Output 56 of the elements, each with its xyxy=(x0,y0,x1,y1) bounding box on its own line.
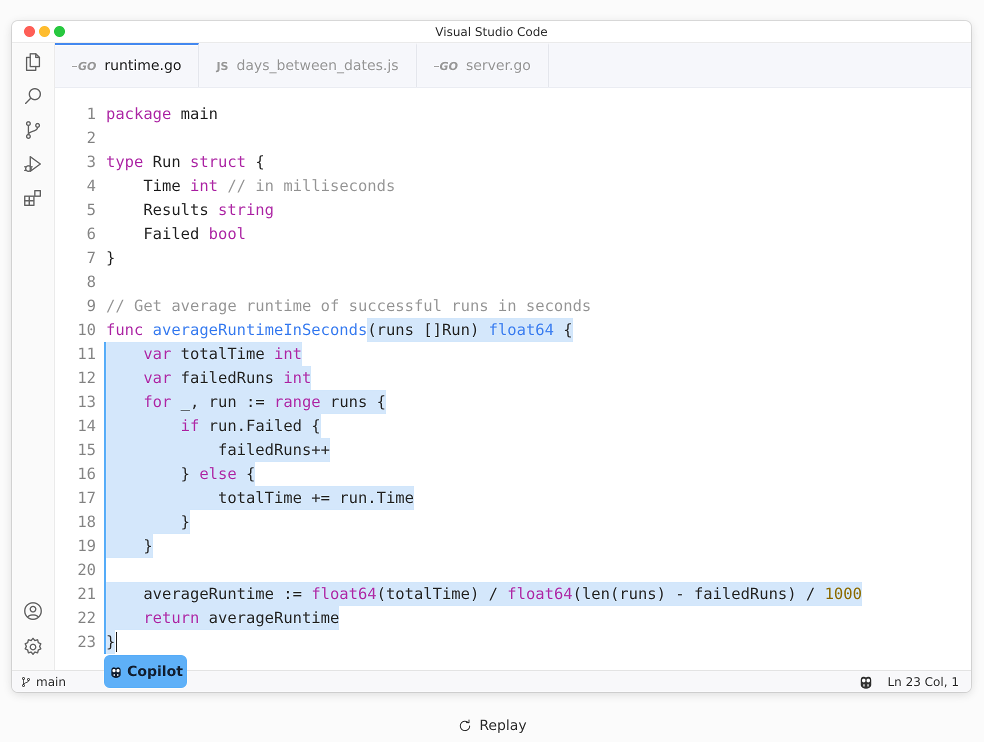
line-number: 18 xyxy=(76,513,97,531)
code-line: type Run struct { xyxy=(105,152,265,173)
line-number: 7 xyxy=(86,249,97,267)
line-number: 15 xyxy=(76,441,97,459)
line-number: 22 xyxy=(76,609,97,627)
code-line: Failed bool xyxy=(142,224,246,245)
code-line: return averageRuntime xyxy=(104,606,340,630)
line-number: 20 xyxy=(76,561,97,579)
line-number: 10 xyxy=(76,321,97,339)
code-line: var failedRuns int xyxy=(104,366,312,390)
line-number: 1 xyxy=(86,105,97,123)
line-number: 23 xyxy=(76,633,97,651)
window-title: Visual Studio Code xyxy=(435,24,548,38)
code-line: failedRuns++ xyxy=(104,438,330,462)
account-icon[interactable] xyxy=(22,600,44,622)
line-number: 5 xyxy=(86,201,97,219)
line-number: 16 xyxy=(76,465,97,483)
line-number: 9 xyxy=(86,297,97,315)
line-number: 19 xyxy=(76,537,97,555)
code-line: // Get average runtime of successful runs in seconds xyxy=(105,296,592,317)
code-line: if run.Failed { xyxy=(104,414,321,438)
line-number: 3 xyxy=(86,153,97,171)
replay-button[interactable]: Replay xyxy=(451,716,533,736)
copilot-badge[interactable]: Copilot xyxy=(104,655,187,688)
branch-name[interactable]: main xyxy=(36,674,66,688)
code-line: var totalTime int xyxy=(104,342,302,366)
run-debug-icon[interactable] xyxy=(22,153,44,175)
search-icon[interactable] xyxy=(22,85,44,107)
code-line: for _, run := range runs { xyxy=(104,390,386,414)
code-line: totalTime += run.Time xyxy=(104,486,414,510)
line-number: 12 xyxy=(76,369,97,387)
extensions-icon[interactable] xyxy=(22,187,44,209)
line-number: 21 xyxy=(76,585,97,603)
line-number: 14 xyxy=(76,417,97,435)
code-line: Results string xyxy=(142,200,274,221)
code-line: Time int // in milliseconds xyxy=(142,176,396,197)
line-number: 13 xyxy=(76,393,97,411)
code-line: } xyxy=(105,248,116,269)
cursor-position[interactable]: Ln 23 Col, 1 xyxy=(887,674,959,688)
line-number: 6 xyxy=(86,225,97,243)
code-line: package main xyxy=(105,104,218,125)
line-number: 11 xyxy=(76,345,97,363)
file-type-icon: JS xyxy=(216,60,228,72)
line-number: 17 xyxy=(76,489,97,507)
code-line: } xyxy=(104,510,190,534)
code-line: func averageRuntimeInSeconds(runs []Run) float64 { xyxy=(104,318,573,342)
close-button[interactable] xyxy=(24,26,35,37)
branch-icon xyxy=(20,676,32,688)
line-number: 2 xyxy=(86,129,97,147)
code-line: } xyxy=(104,534,153,558)
line-number: 4 xyxy=(86,177,97,195)
settings-icon[interactable] xyxy=(22,636,44,658)
line-number: 8 xyxy=(86,273,97,291)
code-line: } else { xyxy=(104,462,256,486)
code-line: averageRuntime := float64(totalTime) / float64(len(runs) - failedRuns) / 1000 xyxy=(104,582,862,606)
code-line: } xyxy=(104,630,116,654)
